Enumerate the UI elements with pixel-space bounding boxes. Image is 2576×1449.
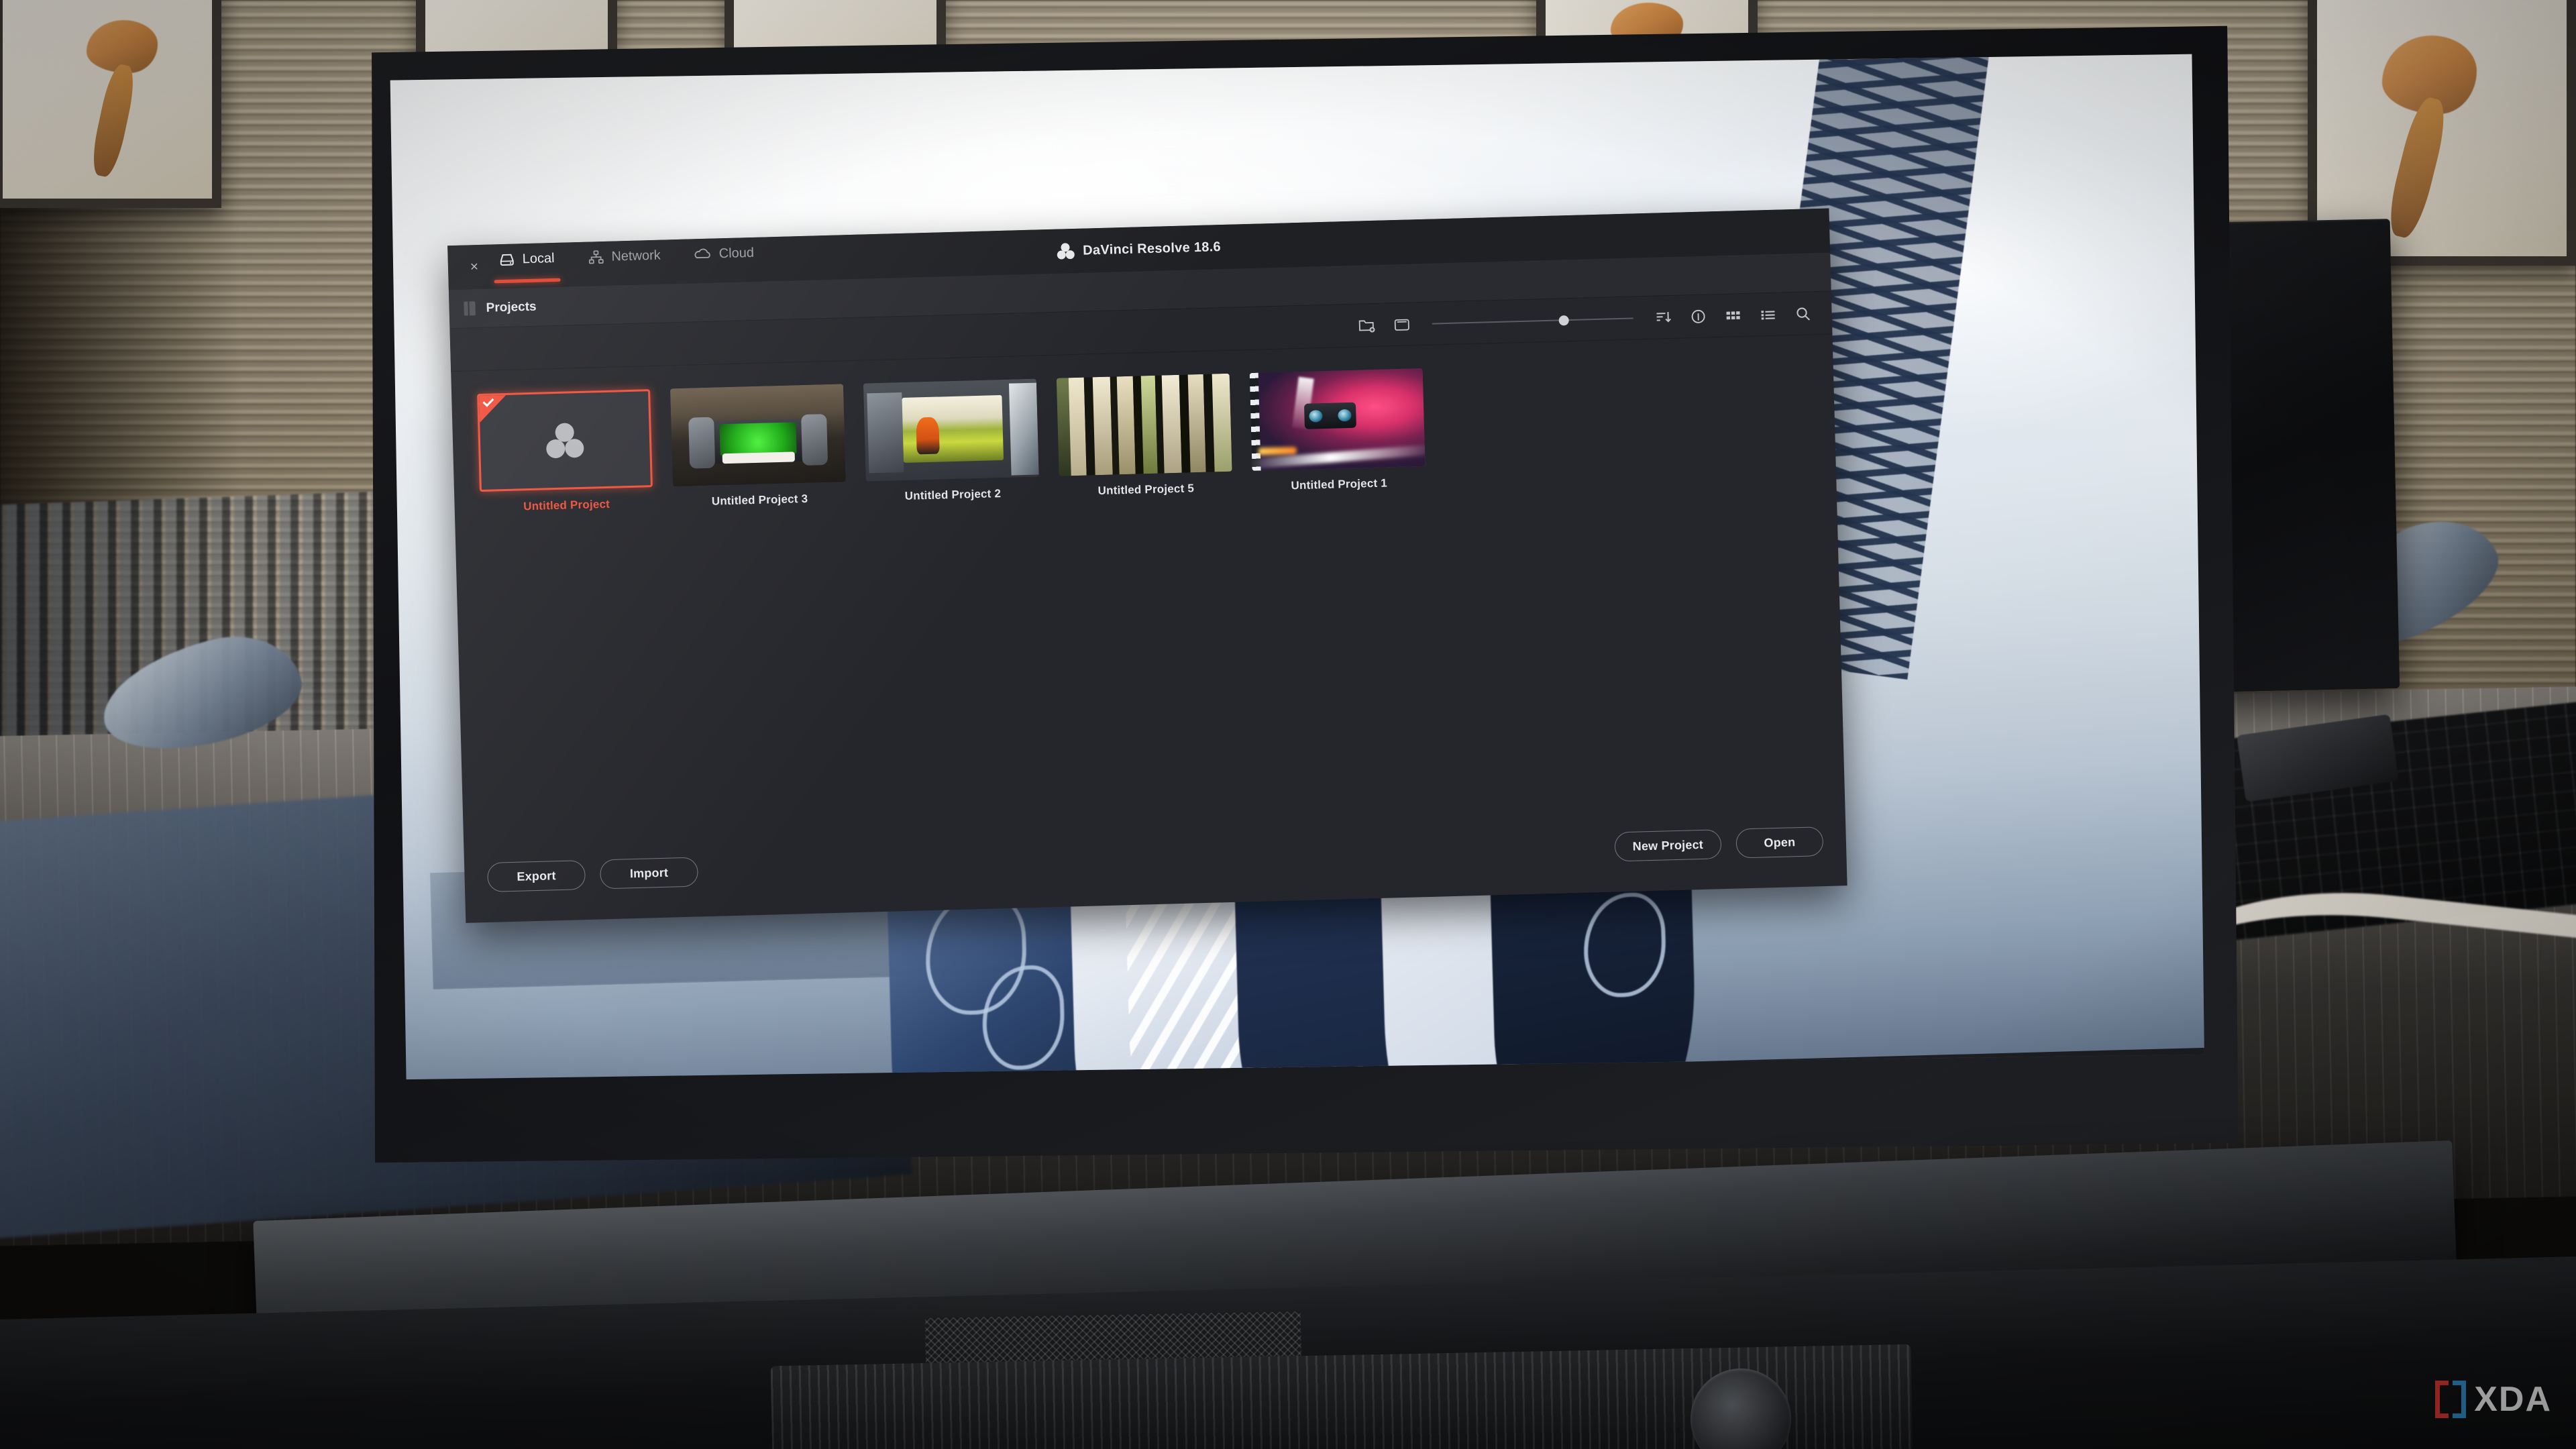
footer-right-buttons: New Project Open: [1614, 826, 1823, 861]
tab-local[interactable]: Local: [496, 243, 557, 284]
project-name: Untitled Project 3: [711, 492, 808, 508]
hard-drive-icon: [498, 252, 515, 277]
sort-icon[interactable]: [1654, 309, 1672, 325]
monitor-screen: × Local Network Cloud DaVinci Resolve 18…: [372, 19, 2227, 1141]
network-nodes-icon: [588, 250, 604, 274]
project-card-untitled-project-5[interactable]: Untitled Project 5: [1054, 374, 1236, 499]
project-card-untitled-project-3[interactable]: Untitled Project 3: [667, 384, 849, 509]
slider-track: [1432, 317, 1633, 324]
thumbnail-art: [1250, 368, 1426, 471]
project-manager-window: × Local Network Cloud DaVinci Resolve 18…: [447, 209, 1847, 923]
new-project-button[interactable]: New Project: [1614, 829, 1721, 861]
photo-scene: × Local Network Cloud DaVinci Resolve 18…: [0, 0, 2576, 1449]
tab-network[interactable]: Network: [585, 240, 664, 282]
open-button[interactable]: Open: [1735, 826, 1823, 859]
tab-network-label: Network: [611, 248, 661, 264]
project-card-untitled-project-2[interactable]: Untitled Project 2: [861, 378, 1042, 504]
slider-knob[interactable]: [1559, 315, 1569, 325]
search-icon[interactable]: [1794, 305, 1812, 322]
resolve-tri-circle-icon: [1057, 243, 1075, 260]
projects-area: Untitled Project Untitled Project 3 Unti…: [451, 334, 1847, 922]
project-thumbnail[interactable]: [1250, 368, 1426, 471]
breadcrumb: Projects: [486, 299, 537, 315]
sidebar-toggle-icon[interactable]: [464, 301, 476, 315]
project-thumbnail[interactable]: [863, 379, 1039, 482]
thumbnail-art: [863, 379, 1039, 482]
new-folder-icon[interactable]: [1358, 317, 1376, 333]
xda-bracket-logo-icon: [2435, 1381, 2467, 1418]
tab-local-label: Local: [522, 250, 555, 266]
framed-bird-picture-left: [0, 0, 221, 208]
project-name: Untitled Project 1: [1291, 476, 1388, 492]
list-view-icon[interactable]: [1759, 306, 1777, 323]
thumbnail-art: [670, 384, 846, 486]
project-name: Untitled Project 5: [1097, 482, 1195, 498]
project-thumbnail[interactable]: [477, 389, 653, 492]
resolve-logo-placeholder: [479, 391, 651, 490]
project-thumbnail[interactable]: [1057, 374, 1232, 476]
export-button[interactable]: Export: [487, 860, 586, 892]
footer-left-buttons: Export Import: [487, 857, 698, 892]
thumbnail-art: [1057, 374, 1232, 476]
project-card-untitled-project-1[interactable]: Untitled Project 1: [1247, 368, 1429, 494]
thumbnail-size-slider[interactable]: [1432, 311, 1633, 330]
project-thumbnail[interactable]: [670, 384, 846, 486]
project-name: Untitled Project 2: [904, 487, 1002, 502]
project-name: Untitled Project: [523, 497, 610, 513]
project-grid: Untitled Project Untitled Project 3 Unti…: [474, 358, 1813, 515]
tab-cloud-label: Cloud: [718, 245, 755, 261]
app-title-label: DaVinci Resolve 18.6: [1082, 239, 1222, 258]
cloud-icon: [694, 247, 712, 272]
close-icon[interactable]: ×: [466, 258, 484, 276]
xda-watermark: XDA: [2435, 1379, 2552, 1419]
resolve-tri-circle-icon: [545, 423, 584, 458]
xda-watermark-text: XDA: [2474, 1380, 2552, 1419]
primary-monitor: × Local Network Cloud DaVinci Resolve 18…: [333, 0, 2270, 1220]
location-tabs: Local Network Cloud: [496, 237, 757, 288]
import-button[interactable]: Import: [600, 857, 698, 889]
grid-view-icon[interactable]: [1724, 307, 1742, 324]
info-icon[interactable]: [1689, 308, 1707, 325]
tab-cloud[interactable]: Cloud: [691, 237, 757, 280]
folder-icon[interactable]: [1393, 316, 1411, 333]
project-card-untitled-project[interactable]: Untitled Project: [474, 389, 656, 515]
